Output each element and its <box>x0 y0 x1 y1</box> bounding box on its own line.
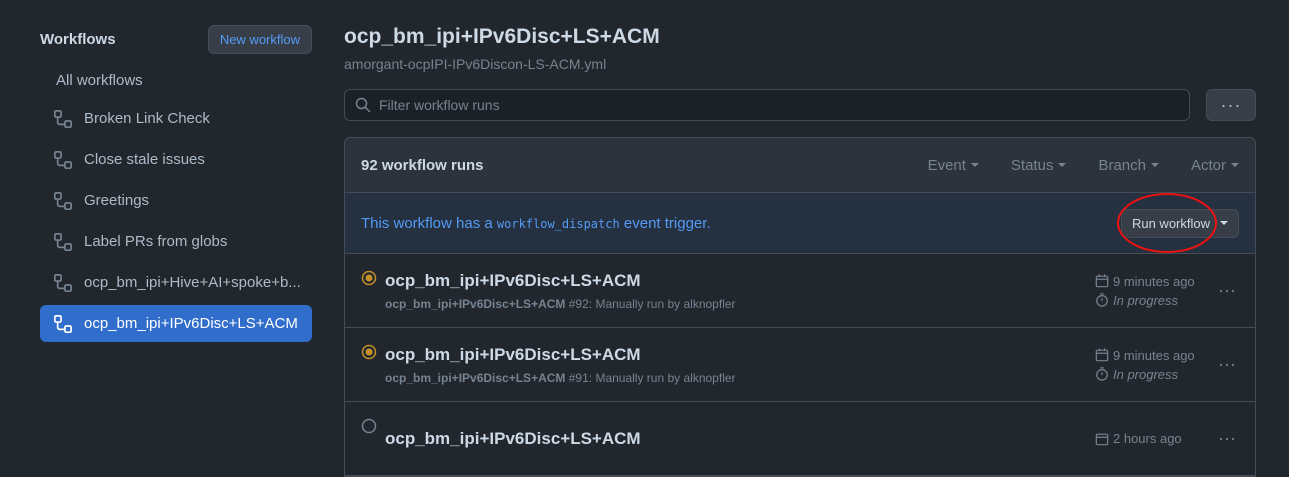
workflow-icon <box>54 150 72 169</box>
dispatch-text: This workflow has a workflow_dispatch ev… <box>361 215 1121 232</box>
caret-down-icon <box>1220 221 1228 225</box>
caret-down-icon <box>1150 163 1159 167</box>
run-desc: : Manually run by alknopfler <box>588 370 736 385</box>
in-progress-icon <box>361 344 385 365</box>
caret-down-icon <box>1058 163 1067 167</box>
sidebar-item-broken-link-check[interactable]: Broken Link Check <box>40 100 312 137</box>
sidebar-item-all-workflows[interactable]: All workflows <box>40 64 312 96</box>
sidebar-item-close-stale-issues[interactable]: Close stale issues <box>40 141 312 178</box>
calendar-icon <box>1095 274 1109 288</box>
sidebar-item-label-prs[interactable]: Label PRs from globs <box>40 223 312 260</box>
sidebar-item-ipv6disc-active[interactable]: ocp_bm_ipi+IPv6Disc+LS+ACM <box>40 305 312 342</box>
run-title[interactable]: ocp_bm_ipi+IPv6Disc+LS+ACM <box>385 345 1095 365</box>
runs-header: 92 workflow runs Event Status Branch Act… <box>345 138 1255 193</box>
run-status: In progress <box>1113 366 1179 382</box>
dispatch-prefix: This workflow has a <box>361 214 493 232</box>
run-desc: : Manually run by alknopfler <box>588 296 736 311</box>
run-workflow-label: Run workflow <box>1131 215 1210 231</box>
workflow-icon <box>54 191 72 210</box>
run-time: 9 minutes ago <box>1113 273 1195 289</box>
filter-row: Filter workflow runs ··· <box>344 89 1256 121</box>
branch-filter[interactable]: Branch <box>1098 157 1159 174</box>
filter-label: Status <box>1010 156 1054 174</box>
workflow-icon <box>54 314 72 333</box>
run-status: In progress <box>1113 292 1179 308</box>
run-subtitle: ocp_bm_ipi+IPv6Disc+LS+ACM #91: Manually… <box>385 371 1095 385</box>
run-body: ocp_bm_ipi+IPv6Disc+LS+ACM ocp_bm_ipi+IP… <box>385 271 1095 311</box>
run-number: #91 <box>568 370 589 385</box>
sidebar-item-label: ocp_bm_ipi+IPv6Disc+LS+ACM <box>84 315 298 332</box>
run-meta: 9 minutes ago In progress <box>1095 346 1215 384</box>
workflow-icon <box>54 109 72 128</box>
run-title[interactable]: ocp_bm_ipi+IPv6Disc+LS+ACM <box>385 271 1095 291</box>
workflow-run-row[interactable]: ocp_bm_ipi+IPv6Disc+LS+ACM ocp_bm_ipi+IP… <box>345 254 1255 328</box>
runs-box: 92 workflow runs Event Status Branch Act… <box>344 137 1256 477</box>
workflows-sidebar: Workflows New workflow All workflows Bro… <box>40 24 312 342</box>
filter-label: Actor <box>1190 156 1226 174</box>
sidebar-item-label: Broken Link Check <box>84 110 210 127</box>
run-workflow-name: ocp_bm_ipi+IPv6Disc+LS+ACM <box>385 370 566 385</box>
sidebar-item-label: Close stale issues <box>84 151 205 168</box>
workflow-file-link[interactable]: amorgant-ocpIPI-IPv6Discon-LS-ACM.yml <box>344 56 1256 72</box>
run-body: ocp_bm_ipi+IPv6Disc+LS+ACM ocp_bm_ipi+IP… <box>385 345 1095 385</box>
calendar-icon <box>1095 433 1109 445</box>
sidebar-item-label: Greetings <box>84 192 150 209</box>
run-meta: 2 hours ago <box>1095 429 1215 448</box>
run-meta: 9 minutes ago In progress <box>1095 272 1215 310</box>
dispatch-code: workflow_dispatch <box>496 216 620 231</box>
stopwatch-icon <box>1096 293 1108 307</box>
in-progress-icon <box>361 270 385 291</box>
calendar-icon <box>1095 348 1109 362</box>
sidebar-item-greetings[interactable]: Greetings <box>40 182 312 219</box>
run-more-button[interactable]: ··· <box>1215 354 1239 375</box>
filter-runs-input[interactable]: Filter workflow runs <box>344 89 1190 121</box>
sidebar-item-label: ocp_bm_ipi+Hive+AI+spoke+b... <box>84 274 301 291</box>
more-options-button[interactable]: ··· <box>1206 89 1256 121</box>
filter-label: Event <box>927 156 966 174</box>
run-time: 9 minutes ago <box>1113 347 1195 363</box>
actor-filter[interactable]: Actor <box>1191 157 1239 174</box>
page-title: ocp_bm_ipi+IPv6Disc+LS+ACM <box>344 25 660 48</box>
sidebar-item-hive-spoke[interactable]: ocp_bm_ipi+Hive+AI+spoke+b... <box>40 264 312 301</box>
event-filter[interactable]: Event <box>928 157 979 174</box>
caret-down-icon <box>970 163 979 167</box>
run-number: #92 <box>568 296 589 311</box>
workflow-run-row[interactable]: ocp_bm_ipi+IPv6Disc+LS+ACM ocp_bm_ipi+IP… <box>345 328 1255 402</box>
run-workflow-name: ocp_bm_ipi+IPv6Disc+LS+ACM <box>385 296 566 311</box>
run-time: 2 hours ago <box>1113 431 1182 446</box>
caret-down-icon <box>1231 163 1239 167</box>
dispatch-suffix: event trigger. <box>623 214 711 232</box>
search-icon <box>355 97 371 113</box>
run-subtitle: ocp_bm_ipi+IPv6Disc+LS+ACM #92: Manually… <box>385 297 1095 311</box>
filter-label: Branch <box>1098 156 1146 174</box>
run-more-button[interactable]: ··· <box>1215 428 1239 449</box>
sidebar-title: Workflows <box>40 30 116 48</box>
run-body: ocp_bm_ipi+IPv6Disc+LS+ACM <box>385 429 1095 449</box>
stopwatch-icon <box>1096 367 1108 381</box>
workflow-main: ocp_bm_ipi+IPv6Disc+LS+ACM amorgant-ocpI… <box>344 24 1256 477</box>
workflow-icon <box>54 232 72 251</box>
workflow-icon <box>54 273 72 292</box>
sidebar-header: Workflows New workflow <box>40 24 312 54</box>
run-filters: Event Status Branch Actor <box>896 157 1239 174</box>
filter-placeholder: Filter workflow runs <box>379 97 500 113</box>
runs-count: 92 workflow runs <box>361 156 484 174</box>
new-workflow-button[interactable]: New workflow <box>207 24 312 54</box>
sidebar-item-label: Label PRs from globs <box>84 233 228 250</box>
run-more-button[interactable]: ··· <box>1215 280 1239 301</box>
run-title[interactable]: ocp_bm_ipi+IPv6Disc+LS+ACM <box>385 429 1095 449</box>
dispatch-banner: This workflow has a workflow_dispatch ev… <box>345 193 1255 254</box>
workflow-run-row[interactable]: ocp_bm_ipi+IPv6Disc+LS+ACM 2 hours ago ·… <box>345 402 1255 476</box>
run-workflow-button[interactable]: Run workflow <box>1120 208 1239 238</box>
status-filter[interactable]: Status <box>1011 157 1067 174</box>
